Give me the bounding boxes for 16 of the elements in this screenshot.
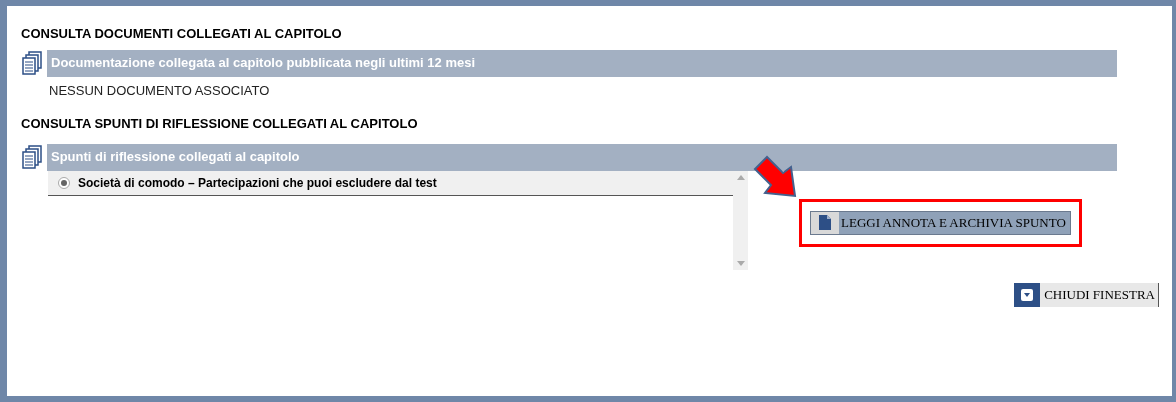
empty-message: NESSUN DOCUMENTO ASSOCIATO	[49, 81, 271, 100]
document-icon	[819, 215, 831, 230]
scroll-up-icon[interactable]	[736, 174, 745, 180]
scroll-down-icon[interactable]	[736, 260, 745, 266]
radio-button[interactable]	[58, 176, 70, 189]
section-bar: Spunti di riflessione collegati al capitolo	[47, 143, 1117, 171]
scrollbar[interactable]	[733, 170, 748, 270]
list-item[interactable]: Società di comodo – Partecipazioni che puoi escludere dal test	[48, 170, 733, 196]
documents-icon	[21, 145, 43, 169]
section-heading: CONSULTA DOCUMENTI COLLEGATI AL CAPITOLO	[21, 25, 343, 43]
section-heading: CONSULTA SPUNTI DI RIFLESSIONE COLLEGATI AL CAPITOLO	[21, 115, 419, 133]
close-window-button[interactable]: CHIUDI FINESTRA	[1014, 282, 1159, 307]
documents-icon	[21, 51, 43, 75]
read-annotate-archive-button[interactable]: LEGGI ANNOTA E ARCHIVIA SPUNTO	[810, 210, 1071, 235]
section-bar: Documentazione collegata al capitolo pubblicata negli ultimi 12 mesi	[47, 49, 1117, 77]
collapse-icon	[1020, 287, 1035, 302]
